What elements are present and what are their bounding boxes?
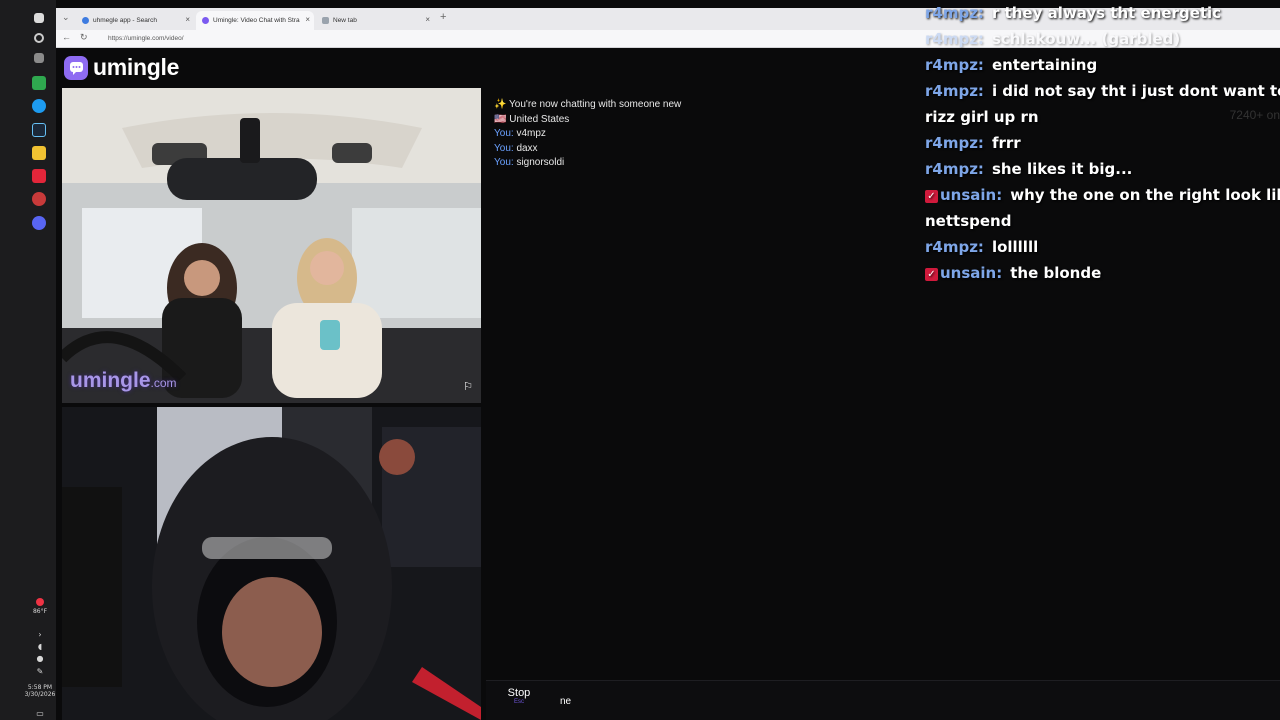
chrome-icon[interactable]: [32, 192, 46, 206]
start-icon[interactable]: [34, 13, 44, 23]
stop-button[interactable]: Stop Esc: [494, 687, 544, 715]
chat-message: You: daxx: [494, 142, 538, 154]
clock[interactable]: 5:58 PM 3/30/2026: [22, 684, 58, 698]
self-video: [62, 407, 481, 720]
sub-badge-icon: ✓: [925, 190, 938, 203]
tab-search[interactable]: uhmegle app - Search ×: [76, 11, 194, 30]
mic-icon[interactable]: ●: [22, 654, 58, 663]
overlay-message: r4mpz: lollllll: [925, 238, 1039, 256]
task-view-icon[interactable]: [34, 53, 44, 63]
overlay-message: r4mpz: r they always tht energetic: [925, 4, 1222, 22]
chat-input[interactable]: [560, 687, 1260, 715]
overlay-message: r4mpz: entertaining: [925, 56, 1098, 74]
country-line: 🇺🇸 United States: [494, 113, 570, 125]
volume-icon[interactable]: ◖: [22, 642, 58, 651]
notification-icon[interactable]: ▭: [22, 709, 58, 718]
discord-icon[interactable]: [32, 216, 46, 230]
close-icon[interactable]: ×: [425, 15, 430, 24]
overlay-message: r4mpz: i did not say tht i just dont want…: [925, 82, 1280, 100]
chat-bubble-icon: [64, 55, 88, 80]
weather-icon: [36, 598, 44, 606]
logo-text: umingle: [93, 54, 180, 80]
xbox-icon[interactable]: [32, 76, 46, 90]
weather-temp: 86°F: [32, 608, 48, 615]
overlay-message: r4mpz: frrr: [925, 134, 1021, 152]
back-icon[interactable]: ←: [62, 32, 71, 42]
report-flag-icon[interactable]: ⚐: [463, 380, 473, 393]
overlay-message: ✓ unsain: why the one on the right look li…: [925, 182, 1280, 208]
webcam-scene: [62, 407, 481, 720]
chevron-up-icon[interactable]: ›: [22, 630, 58, 639]
system-message: ✨ You're now chatting with someone new: [494, 99, 682, 110]
weather-widget[interactable]: 86°F: [22, 598, 58, 615]
search-favicon-icon: [82, 17, 89, 24]
overlay-message: rizz girl up rn: [925, 108, 1039, 126]
steam-icon[interactable]: [32, 123, 46, 137]
chat-message: You: signorsoldi: [494, 157, 565, 168]
close-icon[interactable]: ×: [185, 15, 190, 24]
windows-taskbar: 86°F › ◖ ● ✎ 5:58 PM 3/30/2026 ▭: [0, 0, 56, 720]
tab-umingle[interactable]: Umingle: Video Chat with Stra ×: [196, 11, 314, 30]
store-icon[interactable]: [32, 146, 46, 160]
tab-new[interactable]: New tab ×: [316, 11, 434, 30]
umingle-watermark: umingle.com: [70, 369, 177, 392]
app-a-icon[interactable]: [32, 169, 46, 183]
new-tab-icon[interactable]: +: [440, 11, 446, 23]
umingle-favicon-icon: [202, 17, 209, 24]
chat-log: ✨ You're now chatting with someone new 🇺…: [494, 98, 914, 171]
clock-time: 5:58 PM: [27, 684, 53, 691]
sub-badge-icon: ✓: [925, 268, 938, 281]
stream-chat-overlay: r4mpz: r they always tht energetic r4mpz:…: [925, 0, 1280, 286]
close-icon[interactable]: ×: [305, 15, 310, 24]
edge-icon[interactable]: [32, 99, 46, 113]
url-field[interactable]: https://umingle.com/video/: [100, 33, 960, 45]
overlay-message: r4mpz: she likes it big...: [925, 160, 1133, 178]
newtab-favicon-icon: [322, 17, 329, 24]
refresh-icon[interactable]: ↻: [80, 32, 88, 43]
chat-message: You: v4mpz: [494, 128, 546, 139]
shortcut-hint: Esc: [513, 699, 524, 705]
pen-icon[interactable]: ✎: [22, 667, 58, 676]
tab-list-icon[interactable]: ⌄: [62, 12, 70, 23]
overlay-message: nettspend: [925, 212, 1012, 230]
screen: 86°F › ◖ ● ✎ 5:58 PM 3/30/2026 ▭ ⌄ uhmeg…: [0, 0, 1280, 720]
clock-date: 3/30/2026: [24, 691, 56, 698]
overlay-message: r4mpz: schlakouw... (garbled): [925, 30, 1181, 48]
chat-bar: Stop Esc: [486, 680, 1280, 720]
stranger-video: umingle.com ⚐: [62, 88, 481, 403]
search-icon[interactable]: [34, 33, 44, 43]
overlay-message: ✓ unsain: the blonde: [925, 260, 1280, 286]
us-flag-icon: 🇺🇸: [494, 113, 507, 125]
site-logo[interactable]: umingle: [64, 54, 179, 81]
car-interior-scene: [62, 88, 481, 403]
